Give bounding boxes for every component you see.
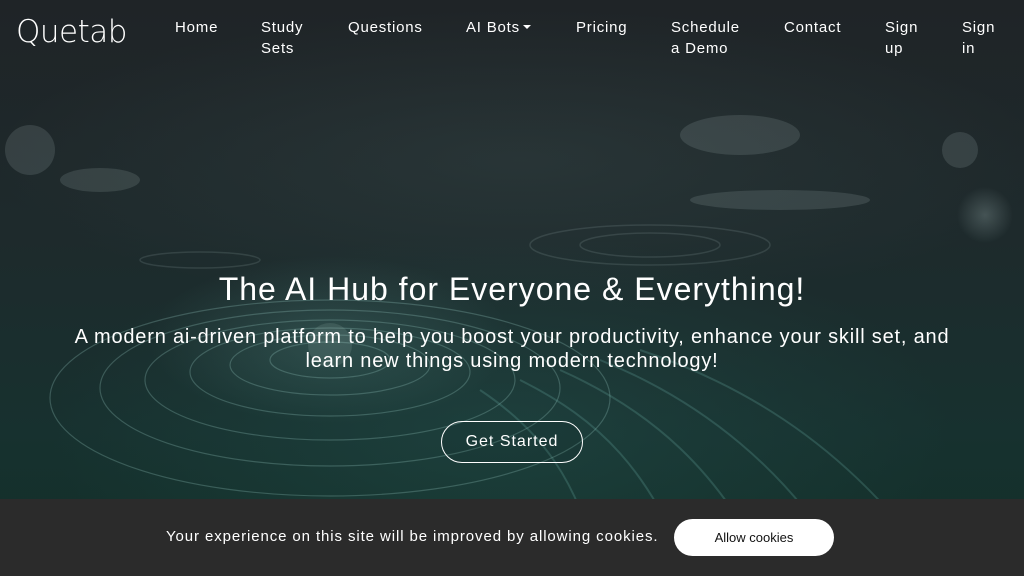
cookie-message: Your experience on this site will be imp…	[166, 528, 659, 545]
hero-title: The AI Hub for Everyone & Everything!	[218, 271, 806, 307]
page: Quetab Home Study Sets Questions AI Bots…	[0, 0, 1024, 576]
nav-sign-in[interactable]: Sign in	[962, 17, 1002, 59]
brand-logo[interactable]: Quetab	[16, 12, 127, 52]
nav-questions[interactable]: Questions	[348, 17, 423, 38]
nav-contact[interactable]: Contact	[784, 17, 841, 38]
caret-down-icon	[522, 25, 531, 29]
get-started-button[interactable]: Get Started	[441, 421, 583, 463]
nav-home[interactable]: Home	[175, 17, 218, 38]
nav-ai-bots-label: AI Bots	[466, 19, 520, 36]
nav-ai-bots[interactable]: AI Bots	[466, 17, 531, 38]
nav-schedule-demo[interactable]: Schedule a Demo	[671, 17, 751, 59]
nav-study-sets[interactable]: Study Sets	[261, 17, 313, 59]
nav-sign-up[interactable]: Sign up	[885, 17, 925, 59]
top-navbar: Quetab Home Study Sets Questions AI Bots…	[0, 0, 1024, 70]
hero-subtitle: A modern ai-driven platform to help you …	[74, 326, 950, 372]
cookie-banner: Your experience on this site will be imp…	[0, 499, 1024, 576]
allow-cookies-button[interactable]: Allow cookies	[674, 519, 834, 556]
nav-pricing[interactable]: Pricing	[576, 17, 627, 38]
